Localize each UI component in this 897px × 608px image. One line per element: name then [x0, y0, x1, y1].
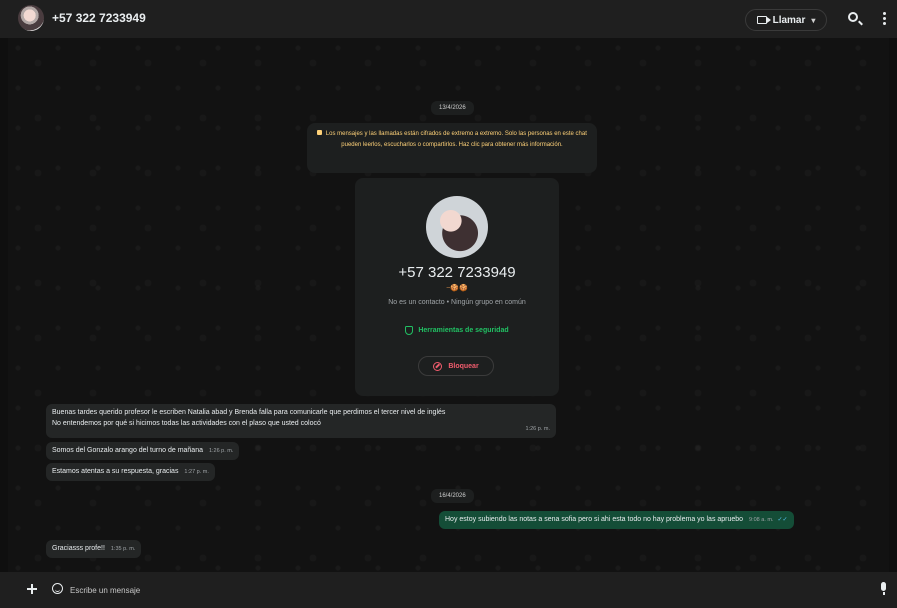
chevron-down-icon: ▾	[811, 15, 816, 25]
whatsapp-chat-window: +57 322 7233949 Llamar ▾ 13/4/2026 Los m…	[0, 0, 897, 608]
contact-name[interactable]: +57 322 7233949	[52, 11, 146, 25]
encryption-text: Los mensajes y las llamadas están cifrad…	[325, 131, 587, 148]
chat-area: 13/4/2026 Los mensajes y las llamadas es…	[8, 38, 889, 572]
security-tools-label: Herramientas de seguridad	[418, 327, 509, 334]
search-icon[interactable]	[848, 12, 858, 22]
message-incoming[interactable]: Graciasss profe!! 1:35 p. m.	[46, 540, 142, 558]
message-text: Buenas tardes querido profesor le escrib…	[52, 409, 446, 416]
block-icon	[433, 361, 443, 371]
encryption-notice[interactable]: Los mensajes y las llamadas están cifrad…	[307, 123, 597, 173]
contact-card: +57 322 7233949 ~🍪🍪 No es un contacto • …	[355, 178, 559, 396]
call-button[interactable]: Llamar ▾	[745, 9, 827, 31]
contact-avatar[interactable]	[18, 5, 44, 31]
contact-about: ~🍪🍪	[446, 285, 468, 292]
message-text: No entendemos por qué si hicimos todas l…	[52, 420, 321, 427]
message-time: 1:26 p. m.	[525, 426, 550, 432]
message-time: 1:26 p. m.	[208, 448, 234, 454]
message-time: 9:08 a. m.	[749, 517, 774, 523]
lock-icon	[317, 130, 323, 135]
message-time: 1:35 p. m.	[110, 546, 136, 552]
message-time: 1:27 p. m.	[184, 469, 209, 475]
message-incoming[interactable]: Somos del Gonzalo arango del turno de ma…	[46, 442, 240, 460]
chat-header: +57 322 7233949 Llamar ▾	[0, 0, 897, 38]
double-check-icon: ✓✓	[777, 517, 788, 523]
sticker-icon[interactable]	[52, 583, 63, 594]
call-label: Llamar	[772, 14, 806, 26]
contact-number: +57 322 7233949	[398, 264, 516, 281]
message-text: Somos del Gonzalo arango del turno de ma…	[52, 447, 203, 454]
microphone-icon[interactable]	[881, 582, 886, 595]
message-incoming[interactable]: Estamos atentas a su respuesta, gracias …	[46, 463, 215, 481]
kebab-menu-icon[interactable]	[883, 12, 887, 26]
security-tools-link[interactable]: Herramientas de seguridad	[355, 326, 559, 335]
message-composer	[0, 572, 897, 608]
video-icon	[756, 16, 771, 24]
message-text: Graciasss profe!!	[52, 545, 105, 552]
contact-avatar-large[interactable]	[426, 196, 488, 258]
message-input[interactable]	[70, 581, 860, 599]
contact-meta: No es un contacto • Ningún grupo en comú…	[388, 299, 526, 306]
shield-icon	[405, 326, 414, 335]
date-chip: 16/4/2026	[431, 489, 474, 503]
date-chip: 13/4/2026	[431, 101, 474, 115]
message-text: Hoy estoy subiendo las notas a sena sofi…	[445, 516, 744, 523]
plus-icon[interactable]	[27, 584, 37, 594]
message-outgoing[interactable]: Hoy estoy subiendo las notas a sena sofi…	[439, 511, 794, 529]
block-button[interactable]: Bloquear	[418, 356, 494, 376]
message-incoming[interactable]: Buenas tardes querido profesor le escrib…	[46, 404, 556, 438]
message-text: Estamos atentas a su respuesta, gracias	[52, 468, 179, 475]
block-label: Bloquear	[448, 362, 479, 370]
